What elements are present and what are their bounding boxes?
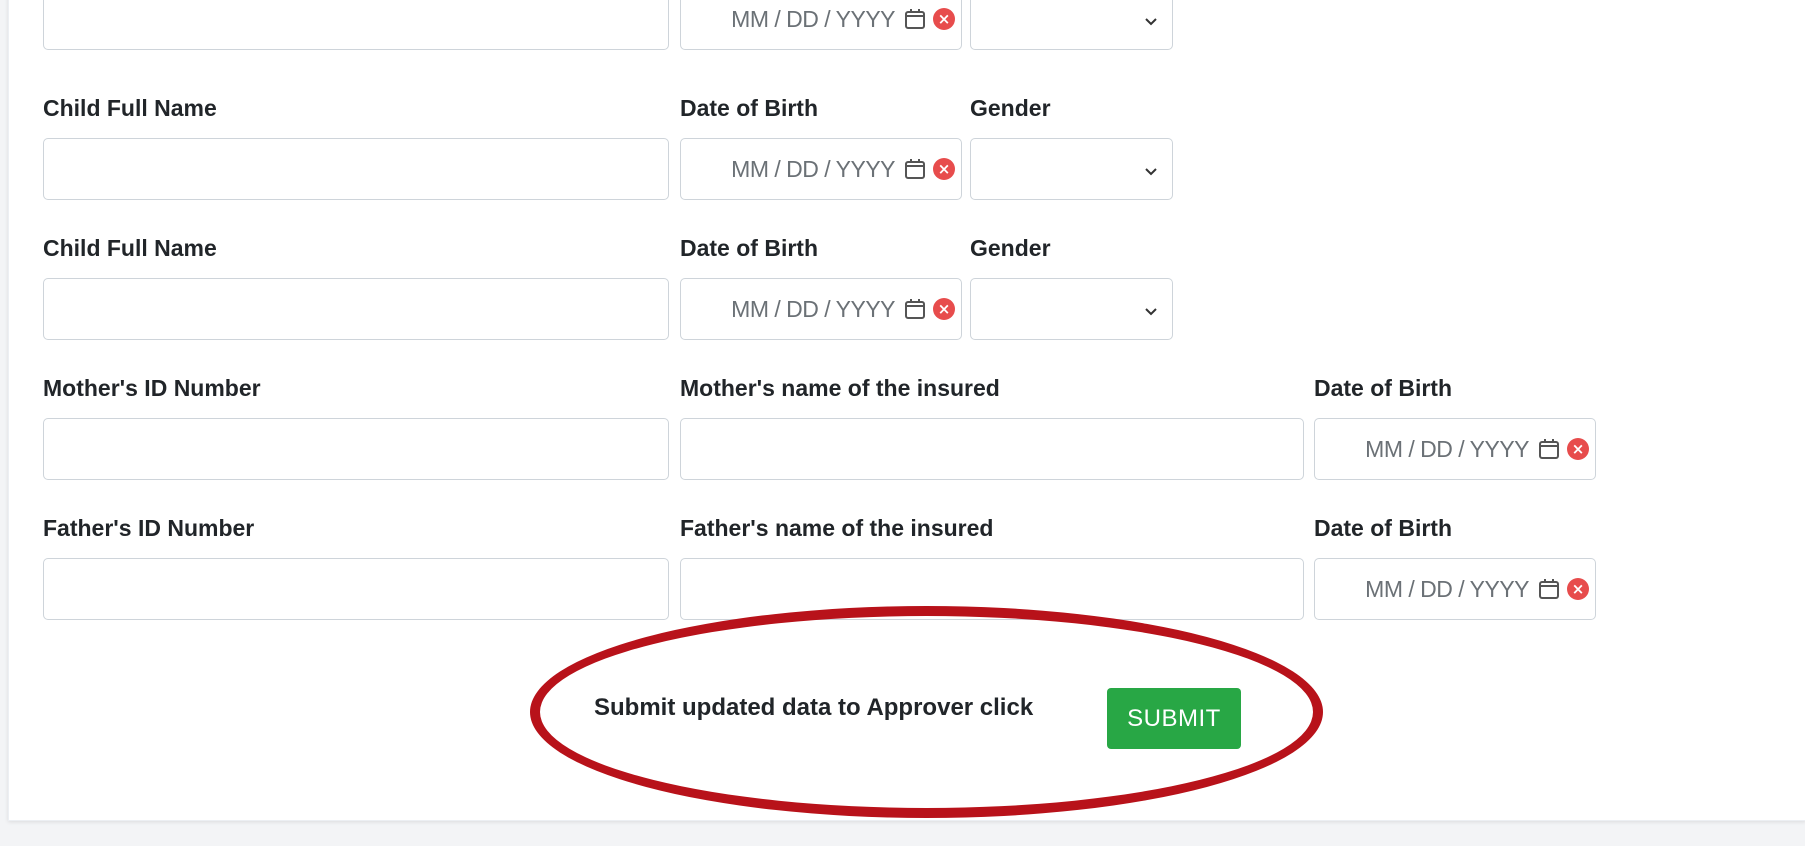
child-gender-select-1[interactable] — [970, 0, 1173, 50]
child-dob-label: Date of Birth — [680, 95, 818, 121]
calendar-icon[interactable] — [903, 157, 927, 181]
calendar-icon[interactable] — [903, 7, 927, 31]
mother-name-label: Mother's name of the insured — [680, 375, 1000, 401]
child-gender-select-2[interactable] — [970, 138, 1173, 200]
child-dob-field-2[interactable]: MM / DD / YYYY × — [680, 138, 962, 200]
father-id-label: Father's ID Number — [43, 515, 255, 541]
clear-icon[interactable]: × — [933, 8, 955, 30]
clear-icon[interactable]: × — [933, 158, 955, 180]
child-dob-field-1[interactable]: MM / DD / YYYY × — [680, 0, 962, 50]
date-placeholder: MM / DD / YYYY — [731, 5, 895, 32]
father-name-label: Father's name of the insured — [680, 515, 994, 541]
father-name-input[interactable] — [680, 558, 1304, 620]
father-dob-label: Date of Birth — [1314, 515, 1452, 541]
child-full-name-label: Child Full Name — [43, 235, 217, 261]
date-placeholder: MM / DD / YYYY — [1365, 575, 1529, 602]
chevron-down-icon — [1144, 164, 1158, 176]
chevron-down-icon — [1144, 304, 1158, 316]
clear-icon[interactable]: × — [1567, 578, 1589, 600]
mother-id-label: Mother's ID Number — [43, 375, 261, 401]
submit-prompt: Submit updated data to Approver click — [594, 694, 1034, 721]
date-placeholder: MM / DD / YYYY — [1365, 435, 1529, 462]
calendar-icon[interactable] — [1537, 577, 1561, 601]
child-full-name-input-2[interactable] — [43, 138, 669, 200]
date-placeholder: MM / DD / YYYY — [731, 155, 895, 182]
child-full-name-label: Child Full Name — [43, 95, 217, 121]
father-dob-field[interactable]: MM / DD / YYYY × — [1314, 558, 1596, 620]
form-card: MM / DD / YYYY × Child Full Name Date of… — [8, 0, 1805, 821]
mother-id-input[interactable] — [43, 418, 669, 480]
child-dob-label: Date of Birth — [680, 235, 818, 261]
mother-dob-field[interactable]: MM / DD / YYYY × — [1314, 418, 1596, 480]
child-dob-field-3[interactable]: MM / DD / YYYY × — [680, 278, 962, 340]
child-full-name-input-1[interactable] — [43, 0, 669, 50]
calendar-icon[interactable] — [1537, 437, 1561, 461]
child-full-name-input-3[interactable] — [43, 278, 669, 340]
submit-button[interactable]: SUBMIT — [1107, 688, 1241, 749]
chevron-down-icon — [1144, 14, 1158, 26]
clear-icon[interactable]: × — [1567, 438, 1589, 460]
date-placeholder: MM / DD / YYYY — [731, 295, 895, 322]
child-gender-label: Gender — [970, 235, 1051, 261]
clear-icon[interactable]: × — [933, 298, 955, 320]
child-gender-select-3[interactable] — [970, 278, 1173, 340]
calendar-icon[interactable] — [903, 297, 927, 321]
child-gender-label: Gender — [970, 95, 1051, 121]
father-id-input[interactable] — [43, 558, 669, 620]
mother-name-input[interactable] — [680, 418, 1304, 480]
mother-dob-label: Date of Birth — [1314, 375, 1452, 401]
